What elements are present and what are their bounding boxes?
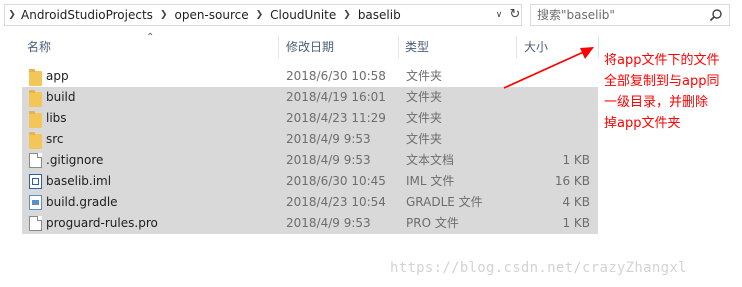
iml-file-icon bbox=[29, 174, 42, 189]
search-icon[interactable] bbox=[709, 8, 723, 22]
file-name: libs bbox=[46, 111, 67, 125]
file-size: 16 KB bbox=[554, 174, 590, 188]
breadcrumb-androidstudioprojects[interactable]: AndroidStudioProjects bbox=[19, 8, 155, 22]
file-type: IML 文件 bbox=[406, 174, 455, 188]
file-type: 文本文档 bbox=[406, 153, 455, 167]
file-row-proguard-rules[interactable]: proguard-rules.pro 2018/4/9 9:53 PRO 文件 … bbox=[22, 213, 598, 234]
file-size: 1 KB bbox=[562, 216, 590, 230]
annotation-text: 将app文件下的文件 全部复制到与app同 一级目录，并删除 掉app文件夹 bbox=[604, 50, 740, 134]
file-name: proguard-rules.pro bbox=[46, 216, 158, 230]
file-date: 2018/4/23 10:54 bbox=[286, 195, 386, 209]
annotation-line: 掉app文件夹 bbox=[604, 116, 681, 131]
file-date: 2018/4/19 16:01 bbox=[286, 90, 386, 104]
file-date: 2018/6/30 10:58 bbox=[286, 69, 386, 83]
file-size: 4 KB bbox=[562, 195, 590, 209]
chevron-down-icon[interactable]: ∨ bbox=[491, 5, 507, 25]
file-name: build.gradle bbox=[46, 195, 118, 209]
file-date: 2018/4/9 9:53 bbox=[286, 216, 371, 230]
breadcrumb-baselib[interactable]: baselib bbox=[356, 8, 403, 22]
sort-ascending-icon: ⌃ bbox=[146, 32, 155, 43]
file-row-libs[interactable]: libs 2018/4/23 11:29 文件夹 bbox=[22, 108, 598, 129]
file-type: GRADLE 文件 bbox=[406, 195, 483, 209]
breadcrumb-open-source[interactable]: open-source bbox=[172, 8, 250, 22]
file-date: 2018/4/9 9:53 bbox=[286, 153, 371, 167]
address-bar[interactable]: ❯ AndroidStudioProjects ❯ open-source ❯ … bbox=[4, 4, 522, 26]
file-name: build bbox=[46, 90, 76, 104]
column-divider[interactable] bbox=[398, 36, 399, 58]
file-type: 文件夹 bbox=[406, 69, 443, 83]
watermark: https://blog.csdn.net/crazyZhangxl bbox=[390, 260, 687, 276]
refresh-icon[interactable]: ↻ bbox=[507, 5, 523, 25]
file-row-src[interactable]: src 2018/4/9 9:53 文件夹 bbox=[22, 129, 598, 150]
annotation-line: 全部复制到与app同 bbox=[604, 74, 720, 89]
file-name: .gitignore bbox=[46, 153, 104, 167]
file-date: 2018/4/23 11:29 bbox=[286, 111, 386, 125]
chevron-right-icon[interactable]: ❯ bbox=[251, 10, 269, 20]
file-row-baselib-iml[interactable]: baselib.iml 2018/6/30 10:45 IML 文件 16 KB bbox=[22, 171, 598, 192]
search-placeholder: 搜索"baselib" bbox=[537, 8, 615, 22]
column-divider[interactable] bbox=[278, 36, 279, 58]
column-header-name[interactable]: 名称 bbox=[27, 36, 51, 58]
breadcrumb-cloudunite[interactable]: CloudUnite bbox=[268, 8, 338, 22]
file-date: 2018/6/30 10:45 bbox=[286, 174, 386, 188]
file-type: 文件夹 bbox=[406, 111, 443, 125]
file-row-gitignore[interactable]: .gitignore 2018/4/9 9:53 文本文档 1 KB bbox=[22, 150, 598, 171]
annotation-line: 将app文件下的文件 bbox=[604, 53, 720, 68]
file-name: baselib.iml bbox=[46, 174, 112, 188]
file-type: PRO 文件 bbox=[406, 216, 459, 230]
annotation-line: 一级目录，并删除 bbox=[604, 95, 709, 110]
file-type: 文件夹 bbox=[406, 90, 443, 104]
search-input[interactable]: 搜索"baselib" bbox=[530, 4, 730, 26]
file-row-build-gradle[interactable]: build.gradle 2018/4/23 10:54 GRADLE 文件 4… bbox=[22, 192, 598, 213]
file-name: app bbox=[46, 69, 69, 83]
column-header-type[interactable]: 类型 bbox=[405, 36, 429, 58]
chevron-right-icon: ❯ bbox=[8, 10, 16, 20]
file-size: 1 KB bbox=[562, 153, 590, 167]
chevron-right-icon[interactable]: ❯ bbox=[338, 10, 356, 20]
annotation-arrow-icon bbox=[503, 47, 594, 89]
folder-icon bbox=[29, 132, 42, 149]
file-name: src bbox=[46, 132, 64, 146]
file-type: 文件夹 bbox=[406, 132, 443, 146]
folder-icon bbox=[29, 90, 42, 107]
folder-icon bbox=[29, 111, 42, 128]
file-icon bbox=[29, 216, 42, 231]
gradle-file-icon bbox=[29, 195, 42, 210]
column-header-date[interactable]: 修改日期 bbox=[286, 36, 334, 58]
file-date: 2018/4/9 9:53 bbox=[286, 132, 371, 146]
chevron-right-icon[interactable]: ❯ bbox=[155, 10, 173, 20]
text-file-icon bbox=[29, 153, 42, 168]
address-toolbar: ❯ AndroidStudioProjects ❯ open-source ❯ … bbox=[0, 0, 742, 32]
folder-icon bbox=[29, 69, 42, 86]
